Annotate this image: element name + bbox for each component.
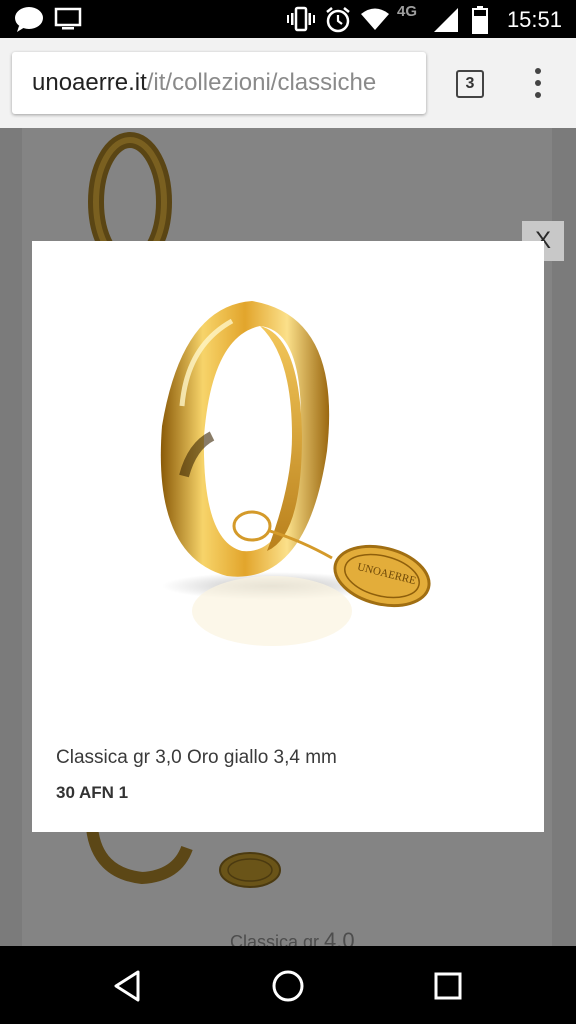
product-title: Classica gr 3,0 Oro giallo 3,4 mm	[56, 747, 337, 768]
background-caption: Classica gr 4,0	[230, 928, 355, 946]
battery-icon	[472, 6, 488, 34]
tab-switcher-button[interactable]: 3	[456, 70, 484, 98]
recents-icon[interactable]	[428, 966, 468, 1006]
browser-toolbar: unoaerre.it/it/collezioni/classiche 3	[0, 38, 576, 128]
chat-bubble-icon	[15, 7, 43, 32]
clock: 15:51	[506, 7, 562, 32]
wifi-icon	[361, 8, 389, 30]
network-type: 4G	[397, 3, 418, 20]
vibrate-icon	[287, 6, 315, 32]
background-ring-image	[88, 132, 172, 242]
url-path: /it/collezioni/classiche	[146, 69, 377, 96]
lightbox: UNOAERRE Classica gr 3,0 Oro giallo 3,4 …	[32, 241, 544, 832]
status-bar: 4G 15:51	[0, 0, 576, 38]
background-caption-text: Classica gr	[230, 932, 325, 946]
address-bar[interactable]: unoaerre.it/it/collezioni/classiche	[12, 52, 426, 114]
cast-screen-icon	[54, 7, 82, 30]
navigation-bar	[0, 946, 576, 1024]
home-icon[interactable]	[268, 966, 308, 1006]
background-ring-image-2	[86, 827, 281, 888]
signal-icon	[434, 8, 458, 32]
background-caption-weight: 4,0	[324, 928, 355, 946]
ring-product-image: UNOAERRE	[160, 301, 431, 646]
product-code: 30 AFN 1	[56, 783, 129, 802]
url-domain: unoaerre.it	[32, 69, 147, 96]
overflow-menu-icon[interactable]	[530, 68, 546, 102]
alarm-icon	[326, 7, 350, 33]
url-text[interactable]: unoaerre.it/it/collezioni/classiche	[32, 69, 376, 97]
back-icon[interactable]	[108, 966, 148, 1006]
